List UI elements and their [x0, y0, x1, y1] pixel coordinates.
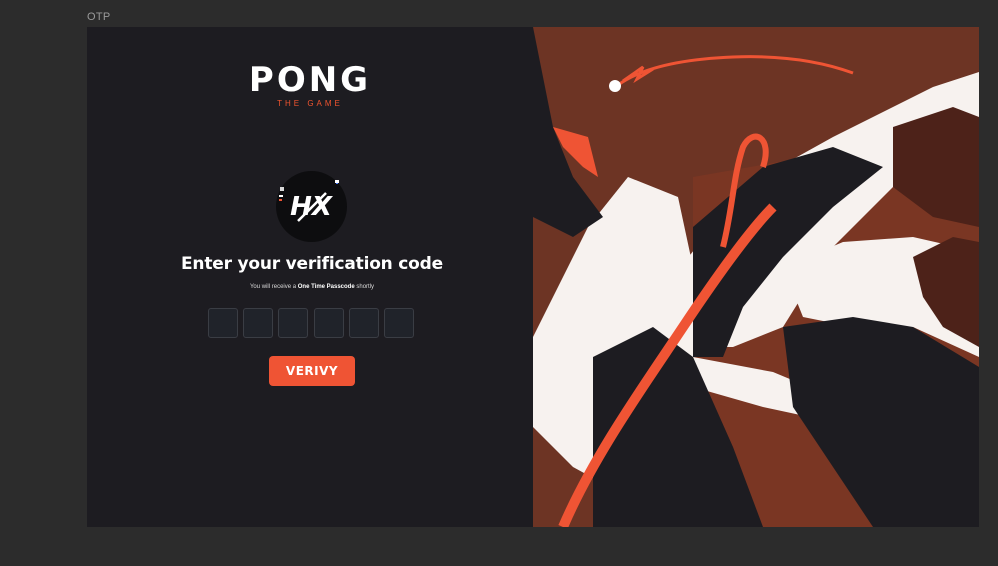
pong-ball [609, 80, 621, 92]
pong-logo: PONG THE GAME [87, 63, 533, 108]
ball-trail [617, 55, 854, 87]
hx-logo-icon: HX [279, 180, 339, 222]
verify-button[interactable]: VERIVY [269, 356, 355, 386]
otp-input-row [208, 308, 418, 338]
subtext-bold: One Time Passcode [297, 284, 355, 290]
frame-label: OTP [87, 11, 111, 23]
verification-subtext: You will receive a One Time Passcode sho… [87, 284, 537, 290]
otp-digit-4[interactable] [314, 308, 344, 338]
right-panel [533, 27, 979, 527]
avatar: HX [276, 171, 347, 242]
otp-digit-1[interactable] [208, 308, 238, 338]
otp-digit-2[interactable] [243, 308, 273, 338]
subtext-suffix: shortly [354, 284, 375, 290]
logo-subtitle: THE GAME [277, 99, 343, 108]
verification-heading: Enter your verification code [181, 254, 443, 274]
logo-title: PONG [248, 60, 372, 100]
otp-frame: PONG THE GAME HX Enter your verification… [87, 27, 979, 527]
subtext-prefix: You will receive a [249, 284, 298, 290]
otp-digit-3[interactable] [278, 308, 308, 338]
otp-digit-5[interactable] [349, 308, 379, 338]
left-panel: PONG THE GAME HX Enter your verification… [87, 27, 533, 527]
pong-illustration [533, 27, 979, 527]
otp-digit-6[interactable] [384, 308, 414, 338]
